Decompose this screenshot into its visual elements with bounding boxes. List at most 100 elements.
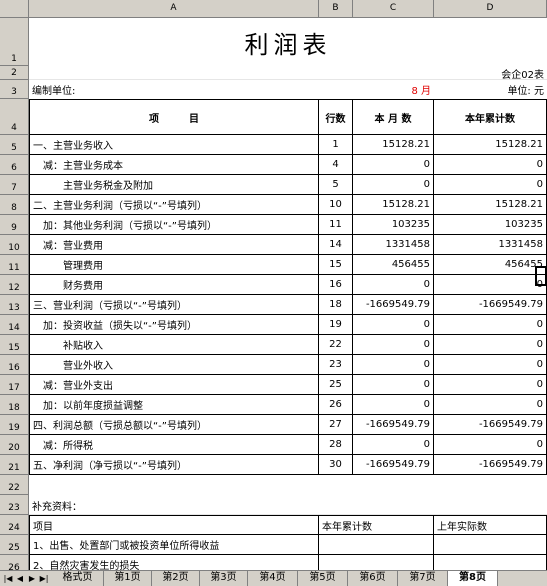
month-amount-cell[interactable]: 0	[353, 355, 434, 375]
year-amount-cell[interactable]: 0	[434, 175, 547, 195]
month-amount-cell[interactable]: 0	[353, 335, 434, 355]
month-amount-cell[interactable]: 1331458	[353, 235, 434, 255]
item-cell[interactable]: 加：其他业务利润（亏损以“-”号填列）	[29, 215, 319, 235]
sheet-tab[interactable]: 第3页	[200, 571, 248, 586]
month-amount-cell[interactable]: 15128.21	[353, 135, 434, 155]
month-amount-cell[interactable]: -1669549.79	[353, 455, 434, 475]
item-cell[interactable]: 补贴收入	[29, 335, 319, 355]
month-amount-cell[interactable]: 15128.21	[353, 195, 434, 215]
row-header[interactable]: 8	[0, 195, 29, 215]
row-header[interactable]: 26	[0, 555, 29, 570]
supplement-header-item[interactable]: 项目	[29, 515, 319, 535]
line-number-cell[interactable]: 27	[319, 415, 353, 435]
year-amount-cell[interactable]: 0	[434, 435, 547, 455]
supplement-item-cell[interactable]: 2、自然灾害发生的损失	[29, 555, 319, 570]
line-number-cell[interactable]: 15	[319, 255, 353, 275]
row-header[interactable]: 23	[0, 495, 29, 515]
item-cell[interactable]: 财务费用	[29, 275, 319, 295]
line-number-cell[interactable]: 28	[319, 435, 353, 455]
row-header[interactable]: 6	[0, 155, 29, 175]
row-header[interactable]: 19	[0, 415, 29, 435]
line-number-cell[interactable]: 11	[319, 215, 353, 235]
line-number-cell[interactable]: 25	[319, 375, 353, 395]
item-cell[interactable]: 减：营业外支出	[29, 375, 319, 395]
row-header[interactable]: 12	[0, 275, 29, 295]
row-header[interactable]: 9	[0, 215, 29, 235]
report-month[interactable]: 8 月	[353, 80, 434, 99]
sheet-tab[interactable]: 第8页	[448, 571, 498, 586]
line-number-cell[interactable]: 19	[319, 315, 353, 335]
year-amount-cell[interactable]: 15128.21	[434, 195, 547, 215]
column-header-a[interactable]: A	[29, 0, 319, 18]
year-amount-cell[interactable]: -1669549.79	[434, 455, 547, 475]
sheet-tab[interactable]: 第4页	[248, 571, 298, 586]
supplement-item-cell[interactable]: 1、出售、处置部门或被投资单位所得收益	[29, 535, 319, 555]
row-header[interactable]: 15	[0, 335, 29, 355]
line-number-cell[interactable]: 16	[319, 275, 353, 295]
sheet-tab[interactable]: 第1页	[104, 571, 152, 586]
supplement-last-year-cell[interactable]	[434, 535, 547, 555]
first-sheet-icon[interactable]: |◀	[2, 572, 14, 585]
year-amount-cell[interactable]: 0	[434, 335, 547, 355]
supplement-header-this-year[interactable]: 本年累计数	[319, 515, 434, 535]
row-header[interactable]: 25	[0, 535, 29, 555]
sheet-tab[interactable]: 第6页	[348, 571, 398, 586]
line-number-cell[interactable]: 18	[319, 295, 353, 315]
year-amount-cell[interactable]: 1331458	[434, 235, 547, 255]
line-number-cell[interactable]: 4	[319, 155, 353, 175]
header-item[interactable]: 项 目	[29, 99, 319, 135]
item-cell[interactable]: 一、主营业务收入	[29, 135, 319, 155]
month-amount-cell[interactable]: 0	[353, 375, 434, 395]
header-year-to-date[interactable]: 本年累计数	[434, 99, 547, 135]
line-number-cell[interactable]: 5	[319, 175, 353, 195]
item-cell[interactable]: 加：以前年度损益调整	[29, 395, 319, 415]
spreadsheet-grid[interactable]: A B C D 1 2 3 4 5 6 7 8 9 10 11 12 13 14 15 16 17 18 19 20 2…	[0, 0, 547, 570]
row-header[interactable]: 13	[0, 295, 29, 315]
line-number-cell[interactable]: 30	[319, 455, 353, 475]
row-header[interactable]: 3	[0, 80, 29, 99]
row-header[interactable]: 24	[0, 515, 29, 535]
row-header[interactable]: 22	[0, 475, 29, 495]
year-amount-cell[interactable]: 0	[434, 355, 547, 375]
row-header[interactable]: 2	[0, 66, 29, 80]
month-amount-cell[interactable]: 0	[353, 395, 434, 415]
month-amount-cell[interactable]: 456455	[353, 255, 434, 275]
year-amount-cell[interactable]: -1669549.79	[434, 415, 547, 435]
year-amount-cell[interactable]: 0	[434, 315, 547, 335]
month-amount-cell[interactable]: -1669549.79	[353, 415, 434, 435]
select-all-corner[interactable]	[0, 0, 29, 18]
row-header[interactable]: 4	[0, 99, 29, 135]
item-cell[interactable]: 管理费用	[29, 255, 319, 275]
year-amount-cell[interactable]: 0	[434, 275, 547, 295]
column-header-d[interactable]: D	[434, 0, 547, 18]
month-amount-cell[interactable]: -1669549.79	[353, 295, 434, 315]
last-sheet-icon[interactable]: ▶|	[38, 572, 50, 585]
sheet-tab[interactable]: 第2页	[152, 571, 200, 586]
item-cell[interactable]: 主营业务税金及附加	[29, 175, 319, 195]
item-cell[interactable]: 减：营业费用	[29, 235, 319, 255]
line-number-cell[interactable]: 23	[319, 355, 353, 375]
sheet-tab[interactable]: 第7页	[398, 571, 448, 586]
sheet-tab[interactable]: 格式页	[52, 571, 104, 586]
month-amount-cell[interactable]: 0	[353, 175, 434, 195]
item-cell[interactable]: 减：主营业务成本	[29, 155, 319, 175]
year-amount-cell[interactable]: 15128.21	[434, 135, 547, 155]
item-cell[interactable]: 加：投资收益（损失以“-”号填列）	[29, 315, 319, 335]
year-amount-cell[interactable]: 0	[434, 395, 547, 415]
item-cell[interactable]: 营业外收入	[29, 355, 319, 375]
year-amount-cell[interactable]: 0	[434, 375, 547, 395]
line-number-cell[interactable]: 14	[319, 235, 353, 255]
column-header-c[interactable]: C	[353, 0, 434, 18]
month-amount-cell[interactable]: 0	[353, 435, 434, 455]
prev-sheet-icon[interactable]: ◀	[14, 572, 26, 585]
month-amount-cell[interactable]: 0	[353, 155, 434, 175]
row-header[interactable]: 21	[0, 455, 29, 475]
month-amount-cell[interactable]: 0	[353, 315, 434, 335]
row-header[interactable]: 5	[0, 135, 29, 155]
item-cell[interactable]: 五、净利润（净亏损以“-”号填列）	[29, 455, 319, 475]
form-number-label[interactable]: 会企02表	[434, 66, 547, 81]
row-header[interactable]: 7	[0, 175, 29, 195]
line-number-cell[interactable]: 1	[319, 135, 353, 155]
year-amount-cell[interactable]: 103235	[434, 215, 547, 235]
header-this-month[interactable]: 本 月 数	[353, 99, 434, 135]
